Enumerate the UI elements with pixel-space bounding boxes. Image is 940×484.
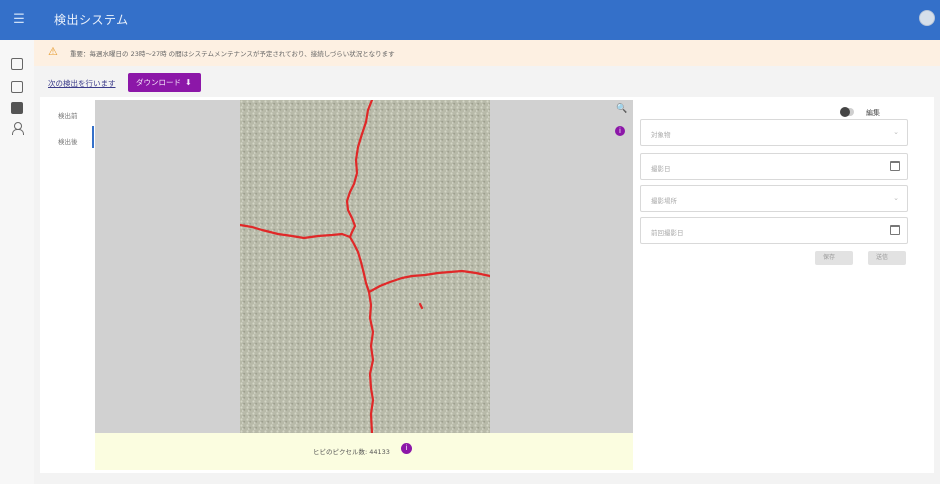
view-tabs: 検出前 検出後 — [48, 100, 92, 160]
edit-toggle-label: 編集 — [866, 109, 880, 117]
chevron-down-icon: ⌄ — [893, 128, 899, 136]
capture-date-field[interactable]: 撮影日 — [640, 153, 908, 180]
calendar-icon[interactable] — [890, 225, 900, 235]
result-bar: ヒビのピクセル数: 44133 i — [95, 433, 633, 470]
chevron-down-icon: ⌄ — [893, 194, 899, 202]
crack-image — [240, 100, 490, 433]
target-select[interactable]: 対象物 ⌄ — [640, 119, 908, 146]
image-icon[interactable] — [11, 102, 23, 114]
target-placeholder: 対象物 — [651, 131, 671, 139]
send-button[interactable]: 送信 — [868, 251, 906, 265]
location-select[interactable]: 撮影場所 ⌄ — [640, 185, 908, 212]
maintenance-notice: ⚠ 重要：毎週水曜日の 23時〜27時 の間はシステムメンテナンスが予定されてお… — [34, 40, 940, 66]
capture-date-placeholder: 撮影日 — [651, 165, 671, 173]
calendar-icon[interactable] — [11, 58, 23, 70]
tab-after[interactable]: 検出後 — [58, 136, 78, 146]
tab-before[interactable]: 検出前 — [58, 110, 78, 120]
app-bar: ☰ 検出システム — [0, 0, 940, 40]
edit-toggle[interactable] — [840, 107, 854, 117]
zoom-icon[interactable]: 🔍 — [616, 104, 627, 114]
save-button[interactable]: 保存 — [815, 251, 853, 265]
side-rail — [0, 40, 34, 484]
info-icon[interactable]: i — [401, 443, 412, 454]
info-icon[interactable]: i — [615, 126, 625, 136]
previous-date-field[interactable]: 前回撮影日 — [640, 217, 908, 244]
warning-icon: ⚠ — [48, 45, 58, 58]
pixel-count-label: ヒビのピクセル数: 44133 — [313, 448, 390, 456]
download-button[interactable]: ダウンロード ⬇ — [128, 73, 201, 92]
menu-icon[interactable]: ☰ — [12, 12, 26, 28]
location-placeholder: 撮影場所 — [651, 197, 677, 205]
calendar-icon[interactable] — [890, 161, 900, 171]
user-icon[interactable] — [11, 122, 24, 135]
notice-text: 重要：毎週水曜日の 23時〜27時 の間はシステムメンテナンスが予定されており、… — [70, 50, 395, 58]
download-button-label: ダウンロード — [136, 78, 181, 87]
app-title: 検出システム — [54, 13, 129, 27]
next-detection-link[interactable]: 次の検出を行います — [48, 78, 116, 89]
tab-indicator — [92, 126, 94, 148]
previous-date-placeholder: 前回撮影日 — [651, 229, 684, 237]
download-icon: ⬇ — [185, 78, 192, 87]
avatar-icon[interactable] — [919, 10, 935, 26]
clipboard-icon[interactable] — [11, 81, 23, 93]
